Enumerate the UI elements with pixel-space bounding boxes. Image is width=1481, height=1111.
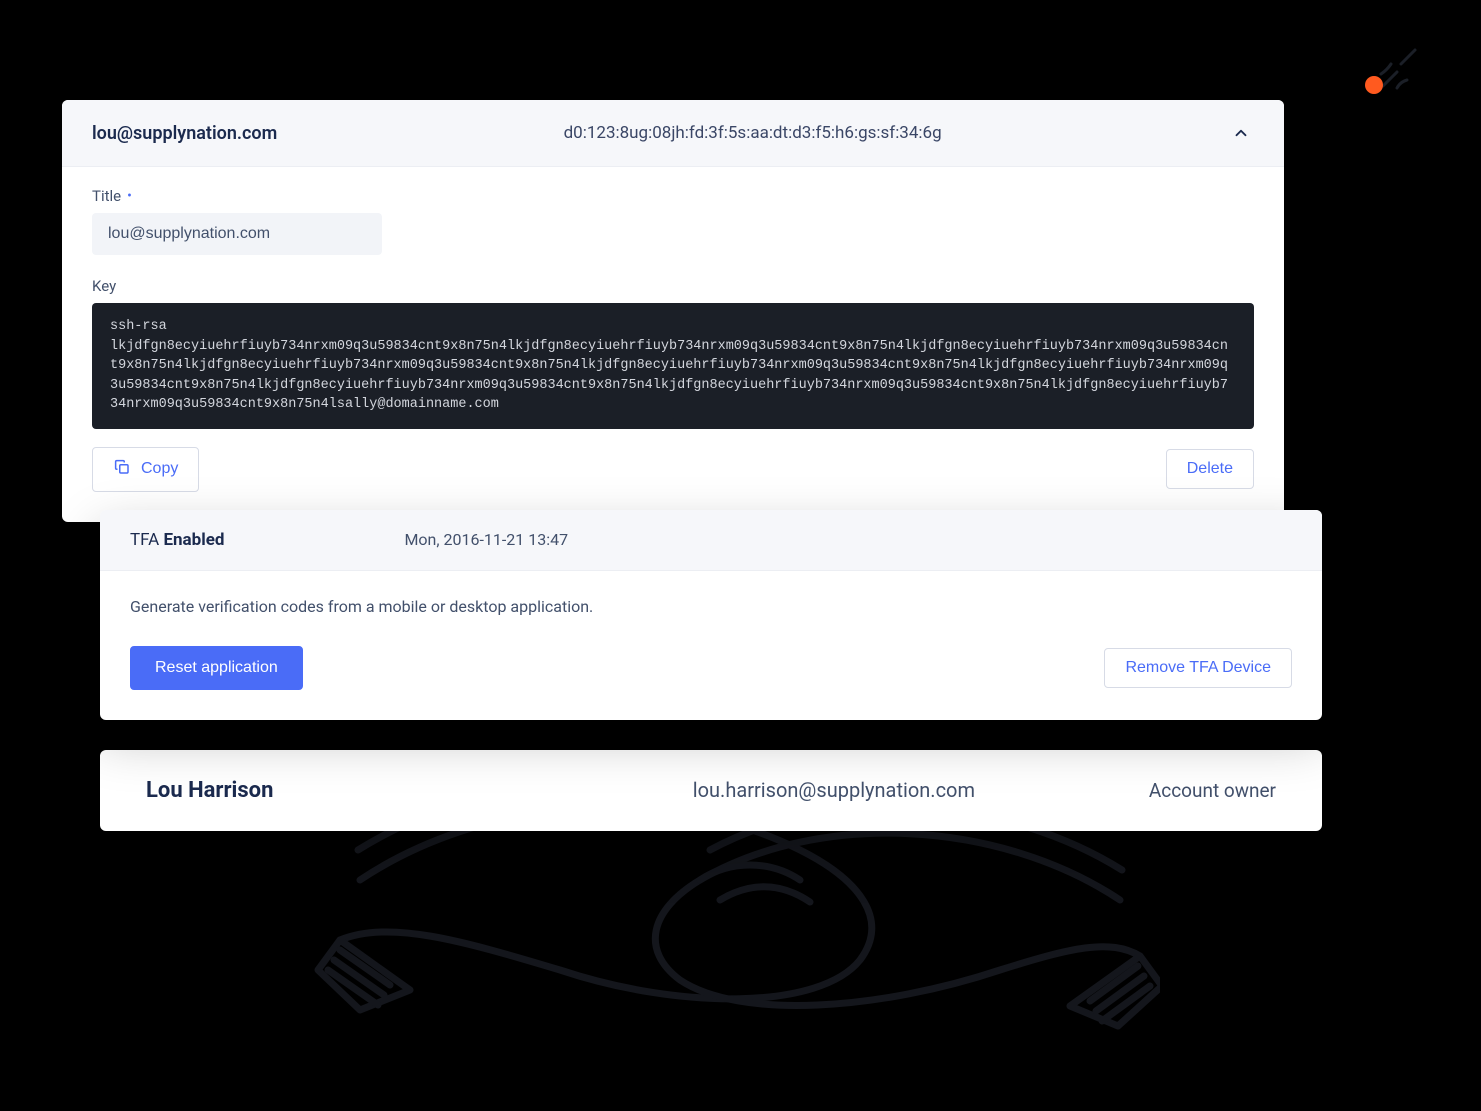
remove-tfa-device-label: Remove TFA Device <box>1125 659 1271 677</box>
chevron-up-icon[interactable] <box>1228 120 1254 146</box>
user-role: Account owner <box>1149 779 1276 802</box>
tfa-prefix: TFA <box>130 530 159 550</box>
reset-application-button[interactable]: Reset application <box>130 646 303 690</box>
ssh-title-input[interactable] <box>92 213 382 255</box>
title-label-text: Title <box>92 187 121 205</box>
remove-tfa-device-button[interactable]: Remove TFA Device <box>1104 648 1292 688</box>
ssh-key-card: lou@supplynation.com d0:123:8ug:08jh:fd:… <box>62 100 1284 522</box>
title-field-label: Title • <box>92 187 1254 205</box>
tfa-timestamp: Mon, 2016-11-21 13:47 <box>404 530 568 549</box>
ssh-key-email: lou@supplynation.com <box>92 123 277 144</box>
decorative-dot <box>1365 76 1383 94</box>
delete-button[interactable]: Delete <box>1166 449 1254 489</box>
ssh-key-fingerprint: d0:123:8ug:08jh:fd:3f:5s:aa:dt:d3:f5:h6:… <box>277 123 1228 143</box>
tfa-card: TFA Enabled Mon, 2016-11-21 13:47 Genera… <box>100 510 1322 720</box>
sparkle-icon <box>1363 36 1433 106</box>
copy-icon <box>113 458 131 481</box>
delete-button-label: Delete <box>1187 460 1233 478</box>
tfa-header: TFA Enabled Mon, 2016-11-21 13:47 <box>100 510 1322 571</box>
user-name: Lou Harrison <box>146 778 519 803</box>
ssh-key-header[interactable]: lou@supplynation.com d0:123:8ug:08jh:fd:… <box>62 100 1284 167</box>
reset-application-label: Reset application <box>155 659 278 677</box>
user-email: lou.harrison@supplynation.com <box>519 778 1149 802</box>
tfa-status: TFA Enabled <box>130 530 224 550</box>
tfa-enabled-text: Enabled <box>163 530 224 550</box>
copy-button-label: Copy <box>141 460 178 478</box>
copy-button[interactable]: Copy <box>92 447 199 492</box>
required-dot-icon: • <box>127 189 132 203</box>
ssh-key-value[interactable]: ssh-rsa lkjdfgn8ecyiuehrfiuyb734nrxm09q3… <box>92 303 1254 429</box>
key-field-label: Key <box>92 277 1254 295</box>
user-row[interactable]: Lou Harrison lou.harrison@supplynation.c… <box>100 750 1322 831</box>
tfa-description: Generate verification codes from a mobil… <box>130 597 1292 616</box>
